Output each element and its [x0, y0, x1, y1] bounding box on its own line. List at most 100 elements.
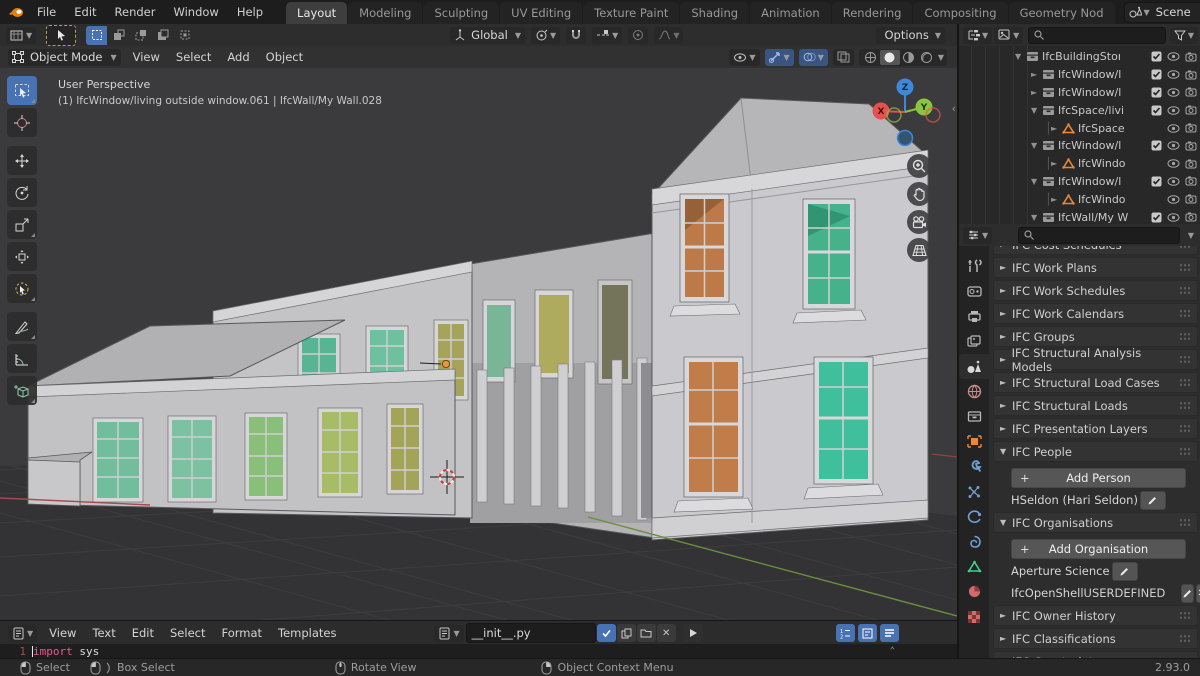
topbar-menu-item[interactable]: Help: [228, 0, 272, 24]
word-wrap-toggle[interactable]: [858, 624, 877, 642]
topbar-menu-item[interactable]: Edit: [65, 0, 105, 24]
text-editor-code-area[interactable]: 1 import sys ⌃: [0, 644, 957, 658]
drag-grip-icon[interactable]: [1179, 378, 1191, 387]
viewport-menu-item[interactable]: View: [125, 50, 168, 64]
3d-viewport[interactable]: User Perspective (1) IfcWindow/living ou…: [0, 68, 957, 620]
move-tool[interactable]: [7, 146, 37, 175]
overlays-dropdown[interactable]: ▼: [799, 49, 828, 66]
workspace-tab[interactable]: Rendering: [832, 2, 913, 24]
text-editor-menu-item[interactable]: View: [41, 626, 84, 640]
panel-section-header[interactable]: ► IFC Constraints: [993, 651, 1198, 658]
pivot-point-dropdown[interactable]: ▼: [531, 27, 560, 44]
tab-render[interactable]: [959, 279, 989, 304]
name-row[interactable]: IfcOpenShell USERDEFINED ✕: [1011, 583, 1192, 603]
drag-grip-icon[interactable]: [1179, 447, 1191, 456]
options-dropdown[interactable]: Options ▼: [876, 27, 945, 44]
hide-eye-icon[interactable]: [1167, 106, 1180, 115]
proportional-editing-button[interactable]: [628, 27, 648, 44]
hide-eye-icon[interactable]: [1167, 141, 1180, 150]
outliner-display-mode-button[interactable]: ▼: [994, 27, 1023, 44]
hide-eye-icon[interactable]: [1167, 124, 1180, 133]
viewport-menu-item[interactable]: Select: [168, 50, 219, 64]
render-camera-icon[interactable]: [1185, 159, 1197, 169]
select-box-tool[interactable]: [7, 76, 37, 105]
snap-toggle-button[interactable]: [566, 27, 586, 44]
select-mode-subtract-button[interactable]: [130, 26, 151, 45]
remove-x-button[interactable]: ✕: [1196, 584, 1200, 603]
tab-particles[interactable]: [959, 479, 989, 504]
transform-tool[interactable]: [7, 242, 37, 271]
properties-search-input[interactable]: [1018, 227, 1180, 244]
rotate-tool[interactable]: [7, 178, 37, 207]
render-camera-icon[interactable]: [1185, 52, 1197, 62]
render-camera-icon[interactable]: [1185, 70, 1197, 80]
workspace-tab[interactable]: Compositing: [913, 2, 1007, 24]
snap-target-dropdown[interactable]: ▼: [592, 27, 622, 44]
add-button[interactable]: + Add Person: [1011, 468, 1186, 488]
outliner-row[interactable]: │ ▼ IfcWindow/l: [959, 137, 1200, 155]
panel-section-header[interactable]: ► IFC Groups: [993, 326, 1198, 347]
collection-checkbox[interactable]: [1151, 105, 1162, 116]
panel-section-header[interactable]: ► IFC Work Plans: [993, 257, 1198, 278]
tab-object[interactable]: [959, 429, 989, 454]
workspace-tab[interactable]: Geometry Nod: [1009, 2, 1115, 24]
edit-pencil-button[interactable]: [1181, 584, 1194, 603]
register-checkbox[interactable]: [597, 624, 616, 642]
tab-material[interactable]: [959, 579, 989, 604]
disclosure-triangle[interactable]: ▼: [1031, 177, 1042, 186]
drag-grip-icon[interactable]: [1179, 634, 1191, 643]
workspace-tab[interactable]: Layout: [286, 2, 347, 24]
text-datablock-button[interactable]: ▼: [434, 625, 463, 642]
run-script-button[interactable]: [684, 624, 703, 642]
drag-grip-icon[interactable]: [1179, 246, 1191, 249]
axis-gizmo[interactable]: Z X Y: [867, 78, 943, 150]
panel-section-header[interactable]: ► IFC Structural Analysis Models: [993, 349, 1198, 370]
name-row[interactable]: HSeldon (Hari Seldon) ✕: [1011, 490, 1192, 510]
select-mode-extend-button[interactable]: [108, 26, 129, 45]
tab-view-layer[interactable]: [959, 329, 989, 354]
sidebar-collapse-arrow[interactable]: ‹: [952, 102, 956, 115]
tab-tool[interactable]: [959, 254, 989, 279]
filter-dropdown[interactable]: ▼: [1170, 27, 1198, 44]
shading-material-button[interactable]: [900, 51, 918, 64]
render-camera-icon[interactable]: [1185, 176, 1197, 186]
collection-checkbox[interactable]: [1151, 176, 1162, 187]
disclosure-triangle[interactable]: ▼: [1015, 52, 1026, 61]
outliner-row[interactable]: │ ▼ IfcSpace/livi: [959, 101, 1200, 119]
viewport-menu-item[interactable]: Add: [219, 50, 257, 64]
hide-eye-icon[interactable]: [1167, 213, 1180, 222]
perspective-toggle-button[interactable]: [907, 238, 931, 262]
collection-checkbox[interactable]: [1151, 51, 1162, 62]
disclosure-triangle[interactable]: ►: [1031, 88, 1042, 97]
disclosure-triangle[interactable]: ▼: [1031, 141, 1042, 150]
topbar-menu-item[interactable]: Render: [106, 0, 165, 24]
collection-checkbox[interactable]: [1151, 69, 1162, 80]
disclosure-triangle[interactable]: ▼: [1031, 106, 1042, 115]
outliner-search-input[interactable]: [1028, 27, 1166, 44]
mode-dropdown[interactable]: Object Mode ▼: [8, 49, 121, 66]
outliner-row[interactable]: │ ► IfcWindo: [959, 190, 1200, 208]
drag-grip-icon[interactable]: [1179, 424, 1191, 433]
workspace-tab[interactable]: UV Editing: [500, 2, 582, 24]
panel-section-header[interactable]: ► IFC Structural Loads: [993, 395, 1198, 416]
outliner-row[interactable]: │ ► IfcWindow/l: [959, 66, 1200, 84]
hide-eye-icon[interactable]: [1167, 52, 1180, 61]
camera-view-button[interactable]: [907, 210, 931, 234]
panel-section-header[interactable]: ► IFC Owner History: [993, 605, 1198, 626]
drag-grip-icon[interactable]: [1179, 263, 1191, 272]
hide-eye-icon[interactable]: [1167, 70, 1180, 79]
tab-scene[interactable]: [959, 354, 989, 379]
text-editor-menu-item[interactable]: Edit: [124, 626, 162, 640]
shading-wireframe-button[interactable]: [862, 51, 880, 64]
render-camera-icon[interactable]: [1185, 123, 1197, 133]
disclosure-triangle[interactable]: ►: [1051, 159, 1062, 168]
render-camera-icon[interactable]: [1185, 105, 1197, 115]
text-name-field[interactable]: __init__.py: [466, 623, 596, 643]
panel-section-header[interactable]: ► IFC Structural Load Cases: [993, 372, 1198, 393]
gizmos-dropdown[interactable]: ▼: [765, 49, 794, 66]
tab-world[interactable]: [959, 379, 989, 404]
panel-section-header[interactable]: ► IFC Work Calendars: [993, 303, 1198, 324]
proportional-falloff-dropdown[interactable]: ▼: [654, 27, 683, 44]
panel-section-header[interactable]: ► IFC Presentation Layers: [993, 418, 1198, 439]
outliner-row[interactable]: │ ► IfcSpace: [959, 119, 1200, 137]
